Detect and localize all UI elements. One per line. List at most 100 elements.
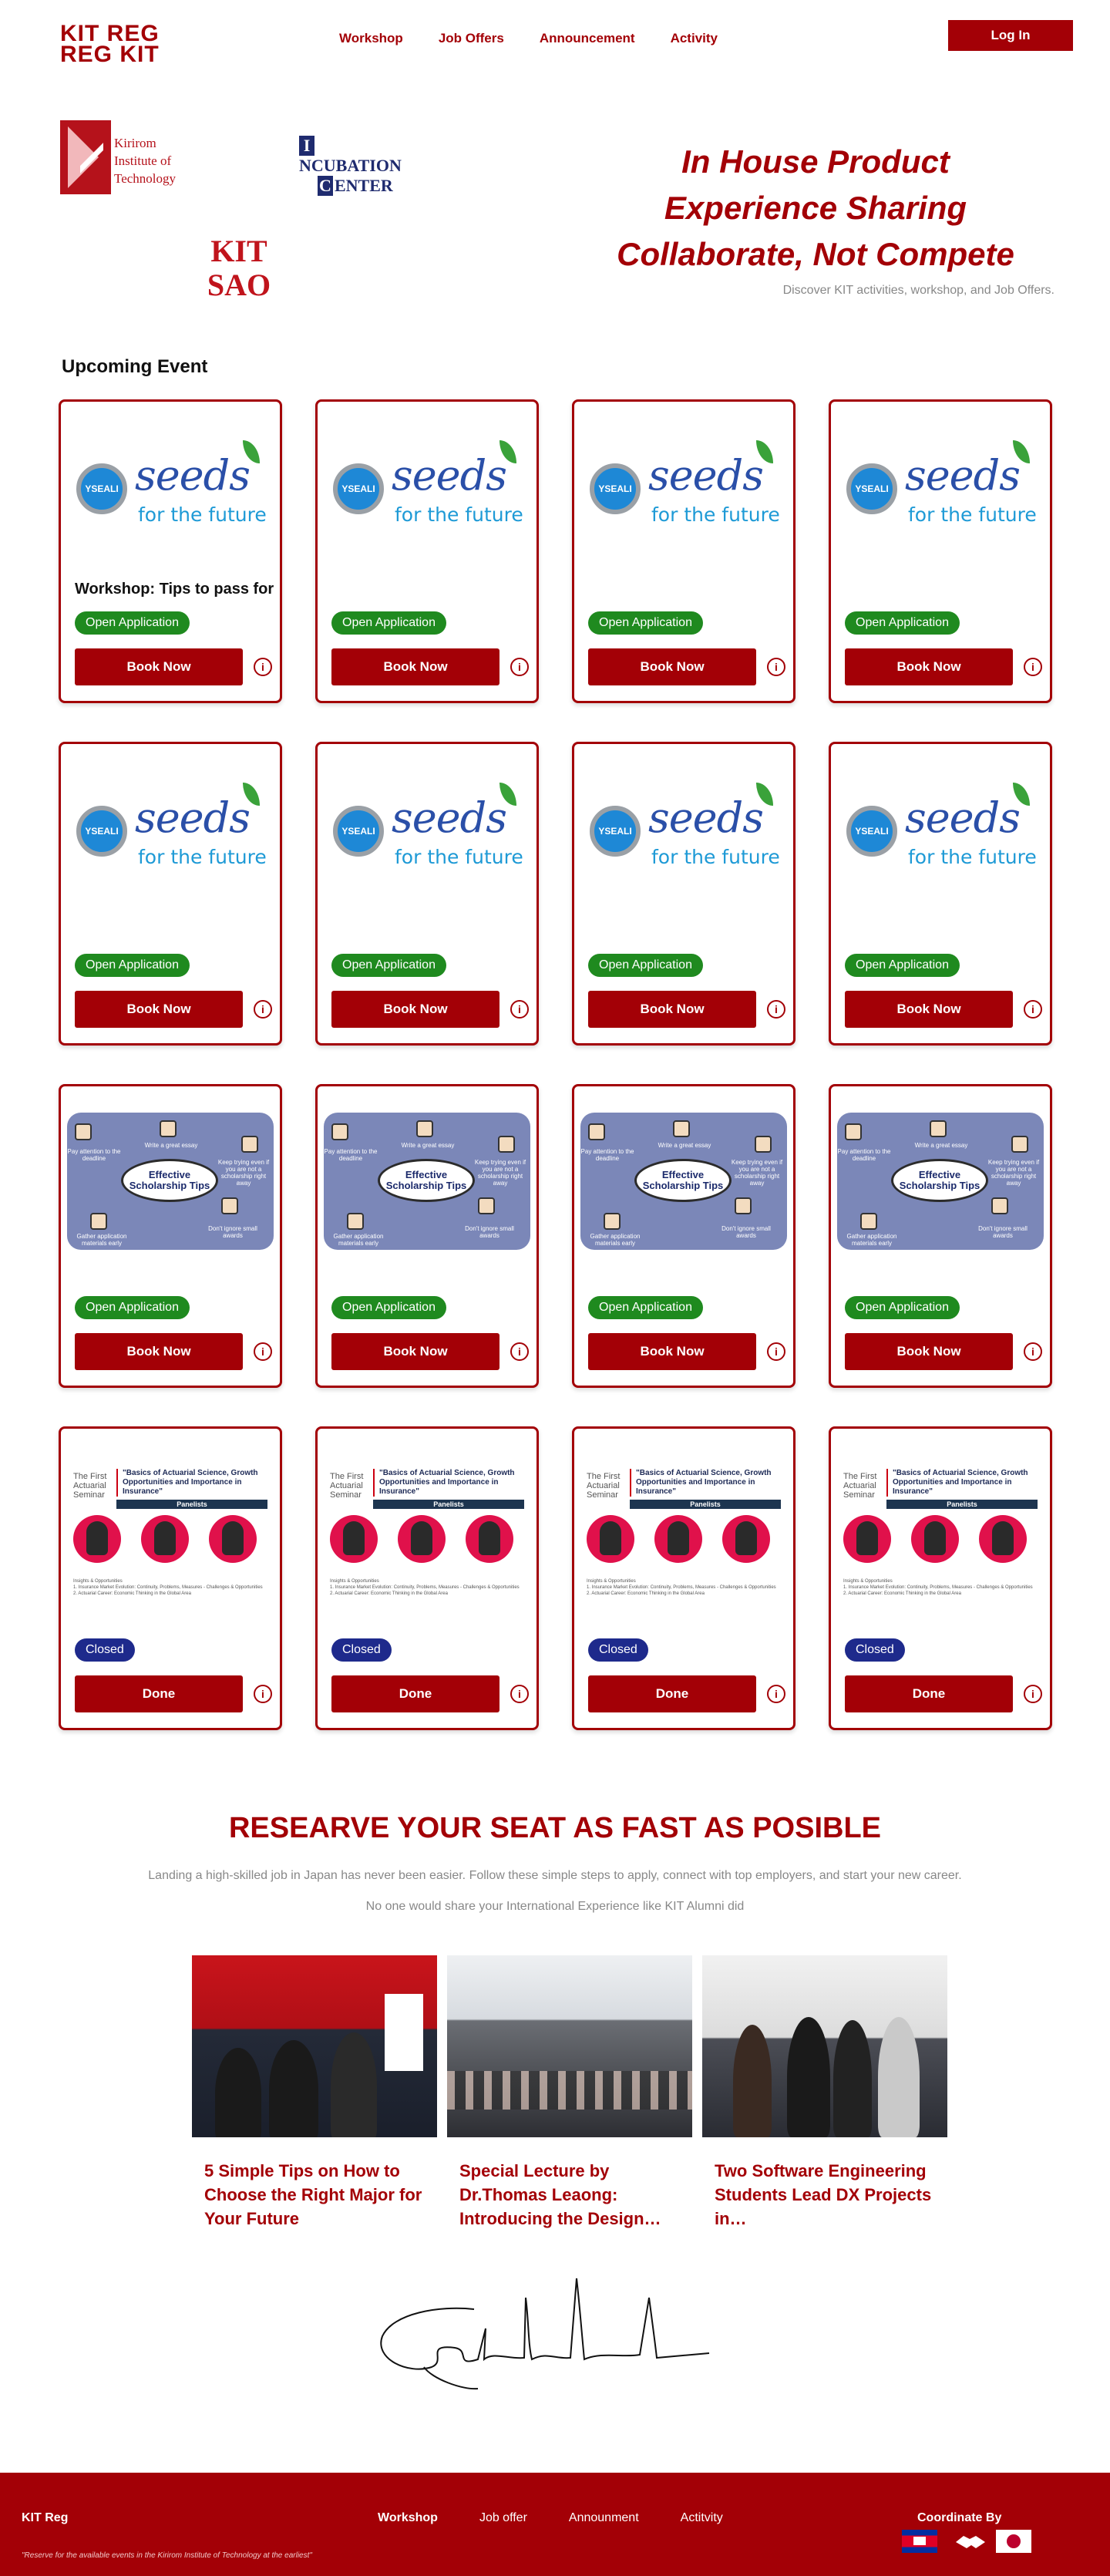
book-now-button[interactable]: Book Now	[331, 648, 500, 685]
event-card[interactable]: YSEALI seeds for the future Workshop: Ti…	[59, 399, 282, 703]
seeds-tagline: for the future	[138, 503, 267, 526]
computer-icon	[604, 1213, 621, 1230]
book-now-button[interactable]: Book Now	[331, 1333, 500, 1370]
info-icon[interactable]: i	[1024, 1342, 1042, 1361]
yseali-badge-icon: YSEALI	[846, 806, 897, 857]
footer-nav-workshop[interactable]: Workshop	[378, 2511, 438, 2525]
info-icon[interactable]: i	[510, 1000, 529, 1019]
panelist-photo	[330, 1515, 378, 1563]
event-card[interactable]: YSEALI seeds for the future Open Applica…	[572, 399, 796, 703]
tip-label: Keep trying even if you are not a schola…	[731, 1159, 783, 1187]
japan-flag-icon	[996, 2530, 1031, 2553]
event-card[interactable]: YSEALI seeds for the future Open Applica…	[315, 742, 539, 1046]
nav-activity[interactable]: Activity	[671, 31, 718, 46]
event-card[interactable]: Pay attention to the deadline Write a gr…	[829, 1084, 1052, 1388]
upcoming-event-title: Upcoming Event	[62, 356, 208, 377]
book-now-button[interactable]: Book Now	[845, 1333, 1013, 1370]
news-headline[interactable]: 5 Simple Tips on How to Choose the Right…	[204, 2159, 425, 2231]
footer-nav-announcement[interactable]: Announment	[569, 2511, 639, 2525]
book-now-button[interactable]: Book Now	[588, 1333, 756, 1370]
info-icon[interactable]: i	[510, 1685, 529, 1703]
event-card[interactable]: YSEALI seeds for the future Open Applica…	[829, 399, 1052, 703]
tip-label: Don't ignore small awards	[465, 1225, 514, 1239]
book-now-button[interactable]: Book Now	[75, 1333, 243, 1370]
seminar-footer-line: 2. Actuarial Career: Economic Thinking i…	[587, 1591, 705, 1596]
computer-icon	[860, 1213, 877, 1230]
done-button[interactable]: Done	[331, 1675, 500, 1712]
tip-label: Write a great essay	[914, 1142, 968, 1149]
yseali-label: YSEALI	[85, 826, 119, 837]
status-badge: Open Application	[75, 954, 190, 977]
footer-nav-job-offer[interactable]: Job offer	[479, 2511, 527, 2525]
event-card[interactable]: YSEALI seeds for the future Open Applica…	[59, 742, 282, 1046]
event-card[interactable]: The First Actuarial Seminar "Basics of A…	[59, 1426, 282, 1730]
info-icon[interactable]: i	[1024, 658, 1042, 676]
info-icon[interactable]: i	[767, 658, 785, 676]
footer-nav-activity[interactable]: Actitvity	[681, 2511, 723, 2525]
event-card[interactable]: Pay attention to the deadline Write a gr…	[315, 1084, 539, 1388]
yseali-label: YSEALI	[341, 483, 375, 494]
tip-label: Pay attention to the deadline	[67, 1148, 121, 1162]
status-badge: Open Application	[331, 1296, 446, 1319]
news-card[interactable]: Special Lecture by Dr.Thomas Leaong: Int…	[447, 1955, 692, 2231]
book-now-button[interactable]: Book Now	[845, 991, 1013, 1028]
news-headline[interactable]: Special Lecture by Dr.Thomas Leaong: Int…	[459, 2159, 680, 2231]
info-icon[interactable]: i	[1024, 1000, 1042, 1019]
info-icon[interactable]: i	[767, 1000, 785, 1019]
kit-reg-logo[interactable]: KIT REG REG KIT	[60, 22, 168, 69]
seeds-word: seeds	[135, 793, 251, 842]
main-nav: Workshop Job Offers Announcement Activit…	[339, 31, 753, 46]
seeds-event-image: YSEALI seeds for the future	[837, 761, 1044, 907]
tip-label: Write a great essay	[658, 1142, 711, 1149]
status-badge: Open Application	[845, 954, 960, 977]
event-card[interactable]: The First Actuarial Seminar "Basics of A…	[315, 1426, 539, 1730]
event-card[interactable]: YSEALI seeds for the future Open Applica…	[572, 742, 796, 1046]
info-icon[interactable]: i	[767, 1685, 785, 1703]
book-now-button[interactable]: Book Now	[75, 648, 243, 685]
event-card[interactable]: The First Actuarial Seminar "Basics of A…	[829, 1426, 1052, 1730]
info-icon[interactable]: i	[1024, 1685, 1042, 1703]
scholarship-tips-title: Effective Scholarship Tips	[121, 1159, 218, 1202]
news-headline[interactable]: Two Software Engineering Students Lead D…	[715, 2159, 935, 2231]
money-icon	[991, 1197, 1008, 1214]
panelist-photo	[398, 1515, 446, 1563]
info-icon[interactable]: i	[254, 1685, 272, 1703]
nav-workshop[interactable]: Workshop	[339, 31, 403, 46]
nav-job-offers[interactable]: Job Offers	[439, 31, 504, 46]
info-icon[interactable]: i	[254, 1000, 272, 1019]
nav-announcement[interactable]: Announcement	[540, 31, 635, 46]
book-now-button[interactable]: Book Now	[588, 648, 756, 685]
event-card[interactable]: The First Actuarial Seminar "Basics of A…	[572, 1426, 796, 1730]
event-card[interactable]: YSEALI seeds for the future Open Applica…	[829, 742, 1052, 1046]
news-card[interactable]: 5 Simple Tips on How to Choose the Right…	[192, 1955, 437, 2231]
footer-brand[interactable]: KIT Reg	[22, 2511, 68, 2525]
book-now-button[interactable]: Book Now	[331, 991, 500, 1028]
info-icon[interactable]: i	[767, 1342, 785, 1361]
info-icon[interactable]: i	[254, 1342, 272, 1361]
book-now-button[interactable]: Book Now	[845, 648, 1013, 685]
seminar-footer-line: Insights & Opportunities	[587, 1579, 636, 1584]
tip-label: Gather application materials early	[590, 1233, 641, 1247]
yseali-badge-icon: YSEALI	[76, 463, 127, 514]
book-now-button[interactable]: Book Now	[75, 991, 243, 1028]
news-card[interactable]: Two Software Engineering Students Lead D…	[702, 1955, 947, 2231]
done-button[interactable]: Done	[75, 1675, 243, 1712]
info-icon[interactable]: i	[510, 1342, 529, 1361]
event-card[interactable]: YSEALI seeds for the future Open Applica…	[315, 399, 539, 703]
clock-icon	[588, 1123, 605, 1140]
done-button[interactable]: Done	[588, 1675, 756, 1712]
event-card[interactable]: Pay attention to the deadline Write a gr…	[59, 1084, 282, 1388]
scholarship-tips-title: Effective Scholarship Tips	[634, 1159, 732, 1202]
kirirom-institute-logo: Kirirom Institute of Technology	[60, 120, 191, 194]
book-now-button[interactable]: Book Now	[588, 991, 756, 1028]
award-icon	[241, 1136, 258, 1153]
info-icon[interactable]: i	[254, 658, 272, 676]
login-button[interactable]: Log In	[948, 20, 1073, 51]
done-button[interactable]: Done	[845, 1675, 1013, 1712]
event-title[interactable]: Workshop: Tips to pass for	[75, 581, 280, 598]
panelists-bar: Panelists	[373, 1500, 524, 1509]
kit-sao-logo: KIT SAO	[202, 234, 276, 302]
kit-logo-line: Kirirom	[114, 136, 156, 150]
info-icon[interactable]: i	[510, 658, 529, 676]
event-card[interactable]: Pay attention to the deadline Write a gr…	[572, 1084, 796, 1388]
